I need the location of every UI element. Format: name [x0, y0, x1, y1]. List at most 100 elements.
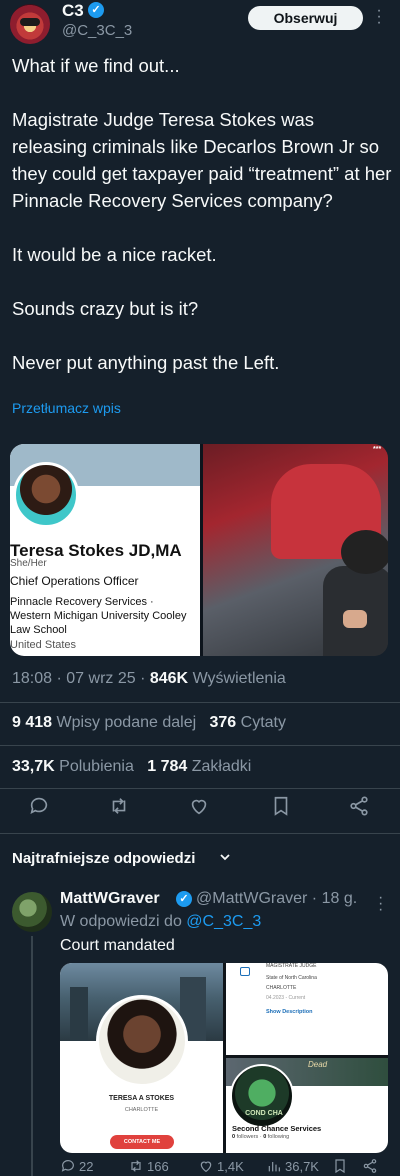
- profile-photo: [96, 995, 188, 1087]
- bookmarks-stat[interactable]: 1 784 Zakładki: [147, 758, 251, 775]
- bookmark-icon: [335, 1159, 345, 1174]
- like-button[interactable]: [188, 795, 216, 823]
- profile-org: Western Michigan University Cooley: [10, 610, 187, 622]
- reply-media[interactable]: TERESA A STOKES CHARLOTTE CONTACT ME MAG…: [60, 963, 388, 1153]
- position-state: State of North Carolina: [266, 975, 317, 981]
- tweet-line: Magistrate Judge Teresa Stokes was relea…: [12, 109, 392, 211]
- profile-card-image[interactable]: TERESA A STOKES CHARLOTTE CONTACT ME: [60, 963, 223, 1153]
- reply-like-button[interactable]: 1,4K: [198, 1158, 244, 1174]
- tweet-date[interactable]: 07 wrz 25: [66, 670, 135, 687]
- bookmarks-label: Zakładki: [191, 758, 252, 775]
- contact-button: CONTACT ME: [110, 1135, 174, 1149]
- repost-icon: [112, 798, 126, 814]
- author-name[interactable]: C3: [62, 1, 84, 21]
- following-label: following: [267, 1134, 290, 1140]
- bookmarks-count: 1 784: [147, 758, 188, 775]
- following-count: 0: [263, 1134, 267, 1140]
- tweet-line: Never put anything past the Left.: [12, 352, 280, 373]
- share-icon: [350, 796, 368, 816]
- reply-views-button[interactable]: 36,7K: [266, 1158, 319, 1174]
- reply-reply-button[interactable]: 22: [60, 1158, 93, 1174]
- position-dates: 04.2023 - Current: [266, 995, 306, 1001]
- share-icon: [363, 1159, 377, 1173]
- thread-line: [31, 936, 33, 1176]
- divider: [0, 702, 400, 703]
- divider: [0, 745, 400, 746]
- verified-badge-icon: ✓: [88, 2, 104, 18]
- translate-link[interactable]: Przetłumacz wpis: [12, 400, 121, 416]
- views-count: 846K: [149, 670, 189, 687]
- figure-shape: [341, 530, 388, 574]
- follow-button[interactable]: Obserwuj: [248, 6, 363, 30]
- position-card-image[interactable]: MAGISTRATE JUDGE State of North Carolina…: [226, 963, 388, 1055]
- repost-button[interactable]: [108, 795, 136, 823]
- org-card-image[interactable]: Dead COND CHA Second Chance Services 0 f…: [226, 1058, 388, 1153]
- building-shape: [70, 987, 88, 1041]
- tweet-body: What if we find out... Magistrate Judge …: [12, 52, 392, 376]
- likes-count: 33,7K: [12, 758, 55, 775]
- video-still-image[interactable]: ***: [203, 444, 388, 656]
- reply-share-button[interactable]: [362, 1158, 378, 1174]
- building-icon: [240, 967, 250, 976]
- quotes-stat[interactable]: 376 Cytaty: [209, 714, 286, 731]
- org-followers: 0 followers · 0 following: [232, 1134, 290, 1140]
- org-name: Second Chance Services: [232, 1124, 322, 1133]
- reply-author-name[interactable]: MattWGraver: [60, 890, 160, 908]
- verified-badge-icon: ✓: [176, 891, 192, 907]
- profile-role: Chief Operations Officer: [10, 574, 139, 588]
- stats-likes-bookmarks: 33,7K Polubienia 1 784 Zakładki: [12, 758, 251, 776]
- tweet-action-bar: [0, 795, 400, 825]
- reply-icon: [30, 797, 48, 814]
- stats-reposts-quotes: 9 418 Wpisy podane dalej 376 Cytaty: [12, 714, 286, 732]
- reply-text: Court mandated: [60, 937, 175, 954]
- profile-photo: [13, 462, 79, 528]
- quotes-label: Cytaty: [240, 714, 286, 731]
- reply-bookmark-button[interactable]: [332, 1158, 348, 1174]
- reposts-count: 9 418: [12, 714, 53, 731]
- media-badge: ***: [373, 446, 382, 453]
- tweet-header: C3 ✓ @C_3C_3 Obserwuj · · ·: [0, 0, 400, 44]
- reply-author-avatar[interactable]: [12, 892, 52, 932]
- share-button[interactable]: [348, 795, 376, 823]
- profile-pronouns: She/Her: [10, 558, 47, 569]
- figure-shape: [343, 610, 367, 628]
- bookmark-icon: [274, 796, 288, 816]
- profile-location: United States: [10, 639, 77, 651]
- reply-to-prefix: W odpowiedzi do: [60, 913, 182, 930]
- reposts-stat[interactable]: 9 418 Wpisy podane dalej: [12, 714, 196, 731]
- profile-org: Pinnacle Recovery Services ·: [10, 596, 154, 608]
- tweet-line: What if we find out...: [12, 55, 180, 76]
- reply-repost-button[interactable]: 166: [128, 1158, 169, 1174]
- more-options-icon[interactable]: · · ·: [378, 890, 383, 918]
- views-chart-icon: [268, 1162, 280, 1172]
- tweet-media[interactable]: Teresa Stokes JD,MA She/Her Chief Operat…: [10, 444, 388, 656]
- chevron-down-icon[interactable]: [218, 850, 232, 864]
- divider: [0, 833, 400, 834]
- tweet-time[interactable]: 18:08: [12, 670, 52, 687]
- divider: [0, 788, 400, 789]
- reply-action-bar: 22 166 1,4K 36,7K: [60, 1158, 390, 1176]
- reply-to-line: W odpowiedzi do @C_3C_3: [60, 913, 261, 931]
- reposts-label: Wpisy podane dalej: [56, 714, 197, 731]
- org-logo: COND CHA: [230, 1064, 294, 1128]
- bookmark-button[interactable]: [270, 795, 298, 823]
- reply-views-count: 36,7K: [285, 1158, 319, 1174]
- author-avatar[interactable]: [10, 4, 50, 44]
- quotes-count: 376: [209, 714, 237, 731]
- reply-to-handle[interactable]: @C_3C_3: [186, 913, 261, 930]
- best-replies-sort[interactable]: Najtrafniejsze odpowiedzi: [12, 850, 195, 867]
- tweet-line: Sounds crazy but is it?: [12, 298, 199, 319]
- reply-author-handle[interactable]: @MattWGraver · 18 g.: [196, 890, 357, 908]
- profile-org: Law School: [10, 624, 67, 636]
- logo-text: COND CHA: [245, 1110, 283, 1117]
- show-description-link: Show Description: [266, 1009, 313, 1015]
- reply-reply-count: 22: [79, 1158, 94, 1174]
- heart-icon: [200, 1161, 212, 1173]
- tweet-line: It would be a nice racket.: [12, 244, 217, 265]
- more-options-icon[interactable]: · · ·: [374, 3, 384, 31]
- author-handle[interactable]: @C_3C_3: [62, 22, 132, 39]
- reply-button[interactable]: [28, 795, 56, 823]
- profile-screenshot-image[interactable]: Teresa Stokes JD,MA She/Her Chief Operat…: [10, 444, 200, 656]
- followers-count: 0: [232, 1134, 236, 1140]
- likes-stat[interactable]: 33,7K Polubienia: [12, 758, 134, 775]
